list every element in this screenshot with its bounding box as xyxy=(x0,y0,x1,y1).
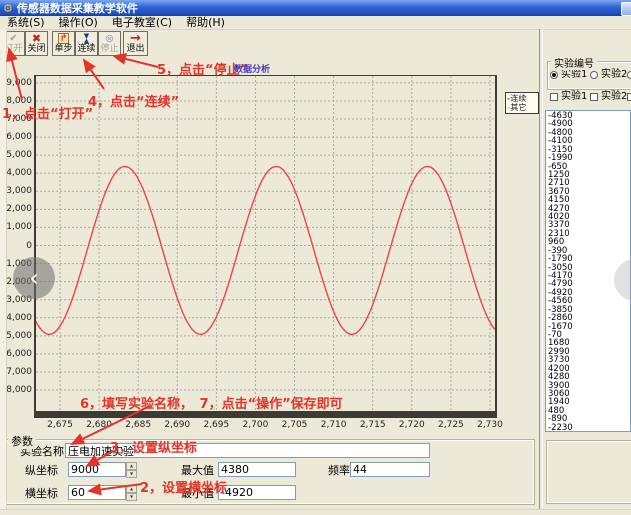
x-tick-label: 2,695 xyxy=(199,420,233,430)
chevron-left-icon: ‹ xyxy=(29,266,39,290)
x-tick-label: 2,720 xyxy=(395,420,429,430)
toolbar-button-label: 打开 xyxy=(4,45,22,54)
toolbar-button-关闭[interactable]: ✖关闭 xyxy=(25,31,48,56)
window-bottom-edge xyxy=(0,509,631,515)
x-tick-label: 2,715 xyxy=(356,420,390,430)
experiment-radio-label: 实验2 xyxy=(601,70,627,80)
open-check-icon: ✔ xyxy=(9,33,17,44)
panel-splitter[interactable] xyxy=(539,29,543,511)
close-x-icon: ✖ xyxy=(32,33,41,44)
x-coordinate-spinner[interactable]: ▲▼ xyxy=(126,485,137,500)
menu-item-0[interactable]: 系统(S) xyxy=(0,16,52,29)
chart-canvas xyxy=(36,76,495,411)
experiment-checkbox-3[interactable] xyxy=(627,93,631,101)
experiment-checkbox-1[interactable] xyxy=(550,93,558,101)
app-gear-icon: ⚙ xyxy=(3,2,13,15)
prev-overlay-arrow[interactable]: ‹ xyxy=(13,257,55,299)
window-title: 传感器数据采集教学软件 xyxy=(17,0,138,16)
toolbar: ✔打开✖关闭↱单步▼▲连续⊗停止→退出 xyxy=(0,29,631,58)
toolbar-button-退出[interactable]: →退出 xyxy=(123,31,148,56)
min-value-input[interactable] xyxy=(218,485,296,500)
x-tick-label: 2,675 xyxy=(43,420,77,430)
y-coordinate-label: 纵坐标 xyxy=(25,465,58,477)
minimize-button[interactable] xyxy=(621,2,631,16)
annotation-step4: 4，点击“连续” xyxy=(88,91,179,110)
window-left-edge xyxy=(0,29,7,515)
app-window: ⚙ 传感器数据采集教学软件 系统(S)操作(O)电子教室(C)帮助(H) ✔打开… xyxy=(0,0,631,515)
toolbar-button-停止[interactable]: ⊗停止 xyxy=(98,31,121,56)
x-tick-label: 2,730 xyxy=(473,420,507,430)
toolbar-button-label: 关闭 xyxy=(27,45,45,54)
menu-bar: 系统(S)操作(O)电子教室(C)帮助(H) xyxy=(0,16,631,30)
spin-up-icon[interactable]: ▲ xyxy=(126,462,137,470)
frequency-input[interactable] xyxy=(350,462,430,477)
experiment-radio-1[interactable] xyxy=(550,71,558,79)
stop-icon: ⊗ xyxy=(105,33,114,44)
spin-up-icon[interactable]: ▲ xyxy=(126,485,137,493)
toolbar-button-label: 退出 xyxy=(126,45,144,54)
x-tick-label: 2,705 xyxy=(278,420,312,430)
x-coordinate-input[interactable] xyxy=(68,485,126,500)
menu-item-1[interactable]: 操作(O) xyxy=(52,16,105,29)
max-value-label: 最大值 xyxy=(181,465,214,477)
spin-down-icon[interactable]: ▼ xyxy=(126,470,137,478)
chart-legend: -连续-其它 xyxy=(505,92,539,114)
right-bottom-groupbox xyxy=(546,440,631,504)
experiment-number-group-label: 实验编号 xyxy=(551,55,597,70)
chart-plot-area xyxy=(34,75,497,418)
x-tick-label: 2,685 xyxy=(121,420,155,430)
title-bar: ⚙ 传感器数据采集教学软件 xyxy=(0,0,631,16)
toolbar-button-label: 连续 xyxy=(77,45,95,54)
x-tick-label: 2,725 xyxy=(434,420,468,430)
toolbar-button-label: 单步 xyxy=(54,45,72,54)
frequency-label: 频率 xyxy=(328,465,350,477)
legend-item-1: -其它 xyxy=(506,103,538,112)
exit-arrow-icon: → xyxy=(130,33,141,44)
x-tick-label: 2,690 xyxy=(160,420,194,430)
legend-label: 连续 xyxy=(510,94,526,103)
annotation-step6-7: 6，填写实验名称， 7，点击“操作”保存即可 xyxy=(80,393,343,412)
experiment-radio-2[interactable] xyxy=(590,71,598,79)
experiment-checkbox-label: 实验1 xyxy=(561,92,587,102)
experiment-checkbox-label: 实验2 xyxy=(601,92,627,102)
toolbar-button-label: 停止 xyxy=(100,45,118,54)
params-group-label: 参数 xyxy=(8,433,36,449)
x-tick-label: 2,710 xyxy=(317,420,351,430)
experiment-radio-label: 实验1 xyxy=(561,70,587,80)
y-coordinate-spinner[interactable]: ▲▼ xyxy=(126,462,137,477)
hourglass-icon: ▼▲ xyxy=(84,33,89,44)
menu-item-3[interactable]: 帮助(H) xyxy=(179,16,232,29)
experiment-radio-3[interactable] xyxy=(627,71,631,79)
annotation-step1: 1，点击“打开” xyxy=(2,103,93,122)
max-value-input[interactable] xyxy=(218,462,296,477)
annotation-step3: 3，设置纵坐标 xyxy=(110,437,197,456)
x-coordinate-label: 横坐标 xyxy=(25,488,58,500)
menu-item-2[interactable]: 电子教室(C) xyxy=(105,16,179,29)
list-item[interactable]: -2230 xyxy=(546,424,630,432)
y-coordinate-input[interactable] xyxy=(68,462,126,477)
single-step-icon: ↱ xyxy=(58,33,70,44)
annotation-step2: 2，设置横坐标 xyxy=(140,477,227,496)
legend-item-0: -连续 xyxy=(506,94,538,103)
x-tick-label: 2,680 xyxy=(82,420,116,430)
experiment-checkbox-2[interactable] xyxy=(590,93,598,101)
legend-label: 其它 xyxy=(510,103,526,112)
spin-down-icon[interactable]: ▼ xyxy=(126,493,137,501)
toolbar-button-单步[interactable]: ↱单步 xyxy=(52,31,75,56)
x-tick-label: 2,700 xyxy=(238,420,272,430)
toolbar-button-连续[interactable]: ▼▲连续 xyxy=(75,31,98,56)
annotation-data-analysis: 数据分析 xyxy=(234,62,270,75)
